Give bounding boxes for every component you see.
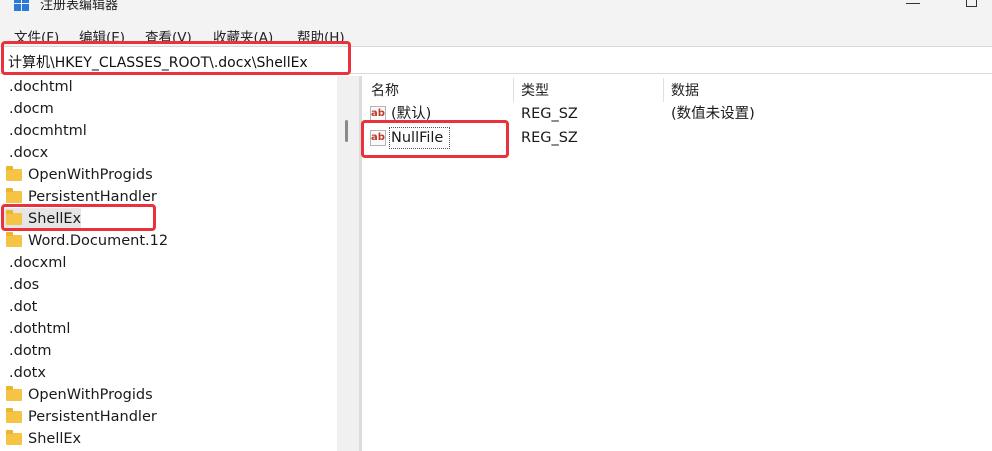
column-header-name[interactable]: 名称 (371, 78, 399, 104)
column-header-data[interactable]: 数据 (671, 78, 699, 104)
tree-item[interactable]: .dot (0, 296, 337, 318)
folder-icon (6, 166, 22, 181)
value-type: REG_SZ (521, 106, 578, 122)
tree-item[interactable]: PersistentHandler (0, 406, 337, 428)
tree-item[interactable]: Word.Document.12 (0, 230, 337, 252)
value-data: (数值未设置) (671, 106, 755, 122)
folder-icon (6, 430, 22, 445)
tree-item[interactable]: OpenWithProgids (0, 164, 337, 186)
registry-app-icon (14, 0, 30, 12)
folder-icon (6, 232, 22, 247)
folder-icon (6, 188, 22, 203)
title-bar: 注册表编辑器 (0, 0, 992, 22)
tree-item[interactable]: .docxml (0, 252, 337, 274)
scrollbar-thumb[interactable] (345, 120, 348, 142)
column-header-type[interactable]: 类型 (521, 78, 549, 104)
window-title: 注册表编辑器 (40, 0, 119, 13)
highlight-box (361, 120, 509, 158)
key-tree: .dochtml .docm .docmhtml .docx OpenWithP… (0, 76, 337, 451)
value-type: REG_SZ (521, 130, 578, 146)
folder-icon (6, 408, 22, 423)
highlight-box (1, 41, 351, 75)
maximize-button[interactable] (966, 0, 977, 7)
tree-item[interactable]: ShellEx (0, 428, 337, 450)
tree-scrollbar[interactable] (337, 76, 359, 451)
tree-item[interactable]: .dothtml (0, 318, 337, 340)
tree-item[interactable]: OpenWithProgids (0, 384, 337, 406)
tree-item[interactable]: .docx (0, 142, 337, 164)
folder-icon (6, 386, 22, 401)
highlight-box (1, 204, 156, 231)
tree-item[interactable]: .dochtml (0, 76, 337, 98)
tree-item[interactable]: .docm (0, 98, 337, 120)
tree-item[interactable]: .docmhtml (0, 120, 337, 142)
tree-item[interactable]: .dotx (0, 362, 337, 384)
minimize-button[interactable] (906, 0, 920, 4)
tree-item[interactable]: .dotm (0, 340, 337, 362)
tree-item[interactable]: .dos (0, 274, 337, 296)
